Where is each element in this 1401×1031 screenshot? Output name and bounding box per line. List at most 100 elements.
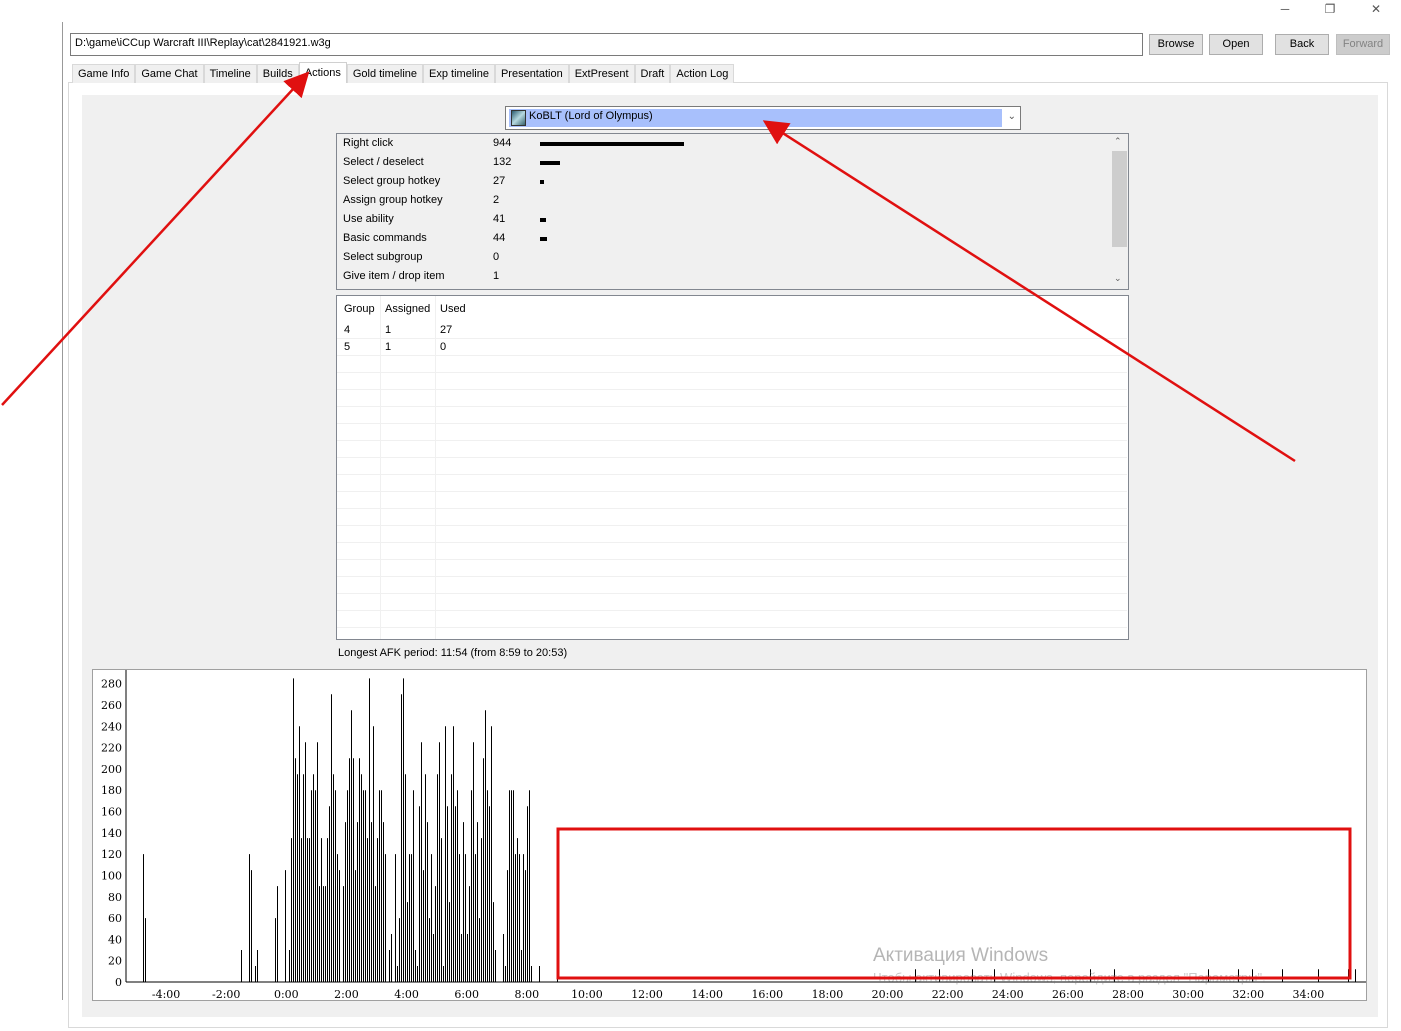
open-button[interactable]: Open (1209, 34, 1263, 55)
tab-presentation[interactable]: Presentation (494, 64, 569, 83)
scrollbar-thumb[interactable] (1112, 151, 1127, 247)
action-name: Assign group hotkey (343, 194, 443, 206)
row-divider (337, 338, 1127, 339)
action-count: 41 (493, 213, 506, 225)
column-header[interactable]: Assigned (385, 303, 430, 315)
action-count-bar (540, 237, 547, 241)
x-tick-label: 28:00 (1112, 988, 1144, 1001)
row-divider (337, 508, 1127, 509)
y-tick-label: 260 (101, 699, 122, 712)
watermark-title: Активация Windows (873, 945, 1049, 966)
table-cell: 1 (385, 324, 392, 336)
player-select[interactable]: KoBLT (Lord of Olympus) ⌄ (505, 106, 1021, 130)
x-tick-label: 4:00 (394, 988, 419, 1001)
tab-game-info[interactable]: Game Info (72, 64, 136, 83)
x-tick-label: 12:00 (631, 988, 663, 1001)
tab-draft[interactable]: Draft (634, 64, 671, 83)
y-tick-label: 0 (115, 976, 122, 989)
y-tick-label: 40 (108, 933, 122, 946)
row-divider (337, 559, 1127, 560)
x-tick-label: 18:00 (812, 988, 844, 1001)
row-divider (337, 491, 1127, 492)
x-tick-label: 24:00 (992, 988, 1024, 1001)
forward-button[interactable]: Forward (1336, 34, 1390, 55)
afk-period-label: Longest AFK period: 11:54 (from 8:59 to … (338, 647, 568, 659)
y-tick-label: 20 (108, 955, 122, 968)
table-cell: 0 (440, 341, 447, 353)
action-name: Basic commands (343, 232, 427, 244)
row-divider (337, 389, 1127, 390)
scroll-up-icon[interactable]: ⌃ (1114, 136, 1122, 147)
action-name: Select group hotkey (343, 175, 441, 187)
close-button[interactable]: ✕ (1361, 2, 1391, 16)
table-cell: 5 (344, 341, 351, 353)
row-divider (337, 627, 1127, 628)
restore-button[interactable]: ❐ (1315, 2, 1345, 16)
hotkey-groups-table: Group Assigned Used 4 1 27 5 1 0 (336, 295, 1129, 640)
row-divider (337, 593, 1127, 594)
action-count-bar (540, 142, 684, 146)
tab-gold-timeline[interactable]: Gold timeline (346, 64, 424, 83)
table-cell: 1 (385, 341, 392, 353)
y-tick-label: 200 (101, 763, 122, 776)
tab-extpresent[interactable]: ExtPresent (568, 64, 635, 83)
row-divider (337, 406, 1127, 407)
row-divider (337, 457, 1127, 458)
x-tick-label: 14:00 (691, 988, 723, 1001)
action-count: 44 (493, 232, 506, 244)
x-tick-label: 2:00 (334, 988, 359, 1001)
action-count: 27 (493, 175, 506, 187)
tab-builds[interactable]: Builds (256, 64, 299, 83)
x-tick-label: 10:00 (571, 988, 603, 1001)
x-tick-label: 8:00 (514, 988, 539, 1001)
y-tick-label: 120 (101, 848, 122, 861)
browse-button[interactable]: Browse (1149, 34, 1203, 55)
player-select-value: KoBLT (Lord of Olympus) (509, 109, 1002, 127)
y-tick-label: 100 (101, 869, 122, 882)
x-tick-label: -4:00 (152, 988, 180, 1001)
y-tick-label: 80 (108, 891, 122, 904)
x-tick-label: 30:00 (1172, 988, 1204, 1001)
watermark-text: Чтобы активировать Windows, перейдите в … (873, 970, 1266, 985)
column-header[interactable]: Group (344, 303, 375, 315)
x-tick-label: 26:00 (1052, 988, 1084, 1001)
y-tick-label: 280 (101, 678, 122, 691)
action-count-bar (540, 180, 544, 184)
action-count: 1 (493, 270, 500, 282)
x-tick-label: 6:00 (454, 988, 479, 1001)
row-divider (337, 610, 1127, 611)
y-tick-label: 160 (101, 806, 122, 819)
x-tick-label: -2:00 (212, 988, 240, 1001)
row-divider (337, 423, 1127, 424)
replay-path-input[interactable]: D:\game\iCCup Warcraft III\Replay\cat\28… (70, 33, 1143, 56)
scrollbar[interactable]: ⌃ ⌄ (1111, 134, 1128, 289)
action-count: 0 (493, 251, 500, 263)
scroll-down-icon[interactable]: ⌄ (1114, 273, 1122, 284)
action-count: 2 (493, 194, 500, 206)
tab-timeline[interactable]: Timeline (203, 64, 257, 83)
row-divider (337, 355, 1127, 356)
table-cell: 4 (344, 324, 351, 336)
tab-actions[interactable]: Actions (298, 62, 347, 83)
x-tick-label: 22:00 (932, 988, 964, 1001)
action-name: Right click (343, 137, 394, 149)
tab-game-chat[interactable]: Game Chat (135, 64, 204, 83)
row-divider (337, 542, 1127, 543)
tab-exp-timeline[interactable]: Exp timeline (423, 64, 495, 83)
row-divider (337, 474, 1127, 475)
row-divider (337, 372, 1127, 373)
column-header[interactable]: Used (440, 303, 466, 315)
x-tick-label: 34:00 (1293, 988, 1325, 1001)
x-tick-label: 32:00 (1232, 988, 1264, 1001)
action-name: Select subgroup (343, 251, 423, 263)
y-tick-label: 240 (101, 720, 122, 733)
back-button[interactable]: Back (1275, 34, 1329, 55)
action-count-bar (540, 161, 560, 165)
chevron-down-icon[interactable]: ⌄ (1008, 111, 1016, 122)
tab-action-log[interactable]: Action Log (670, 64, 735, 83)
y-tick-label: 180 (101, 784, 122, 797)
actions-chart: 0 20 40 60 80 100 120 140 160 180 200 220 240 260 280 -… (92, 669, 1367, 1001)
minimize-button[interactable]: ─ (1270, 2, 1300, 16)
chart-svg: 0 20 40 60 80 100 120 140 160 180 200 220 240 260 280 -… (101, 670, 1366, 1001)
hero-portrait-icon (511, 110, 526, 126)
